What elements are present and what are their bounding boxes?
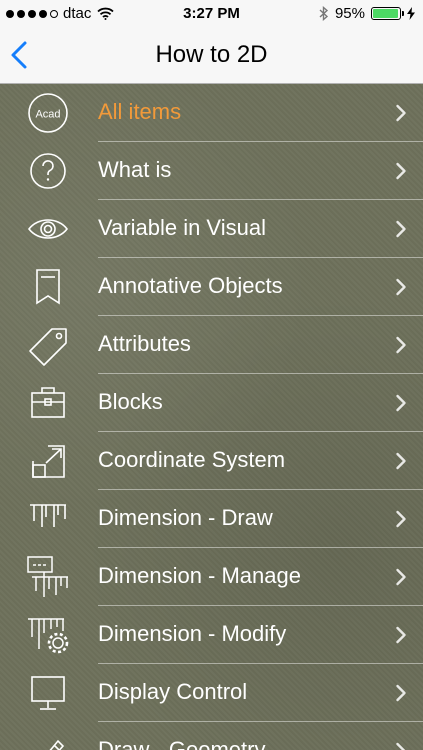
monitor-icon [24, 671, 72, 715]
list-item[interactable]: Dimension - Modify [0, 606, 423, 664]
chevron-right-icon [395, 162, 407, 180]
briefcase-icon [24, 381, 72, 425]
battery-level [373, 9, 398, 18]
list-item[interactable]: Acad All items [0, 84, 423, 142]
list-item-label: Draw - Geometry [98, 737, 266, 750]
acad-logo-text: Acad [35, 109, 60, 121]
question-icon [24, 149, 72, 193]
list-item-label: Display Control [98, 679, 248, 704]
list-item[interactable]: Attributes [0, 316, 423, 374]
chevron-right-icon [395, 220, 407, 238]
list-item[interactable]: Variable in Visual [0, 200, 423, 258]
tag-icon [24, 323, 72, 367]
list-item-label: All items [98, 99, 182, 124]
chevron-right-icon [395, 104, 407, 122]
page-title: How to 2D [155, 41, 268, 68]
battery-icon [371, 7, 404, 20]
list-item-label: Variable in Visual [98, 215, 266, 240]
list-item[interactable]: Draw - Geometry [0, 722, 423, 750]
chevron-right-icon [395, 568, 407, 586]
list-item[interactable]: Dimension - Draw [0, 490, 423, 548]
dimension-manage-icon [24, 555, 72, 599]
chevron-right-icon [395, 394, 407, 412]
chevron-right-icon [395, 510, 407, 528]
chevron-right-icon [395, 452, 407, 470]
list-item-label: Dimension - Draw [98, 505, 273, 530]
category-list[interactable]: Acad All items What is Variable in Visua… [0, 84, 423, 750]
list-item-label: Dimension - Modify [98, 621, 287, 646]
pencil-icon [24, 729, 72, 750]
dimension-modify-icon [24, 613, 72, 657]
list-item-label: Dimension - Manage [98, 563, 301, 588]
list-item[interactable]: Dimension - Manage [0, 548, 423, 606]
list-item-label: Attributes [98, 331, 191, 356]
charging-bolt-icon [407, 7, 415, 20]
eye-icon [24, 207, 72, 251]
dimension-draw-icon [24, 497, 72, 541]
status-bar: dtac 3:27 PM 95% [0, 0, 423, 28]
expand-arrow-icon [24, 439, 72, 483]
chevron-right-icon [395, 742, 407, 750]
list-item-label: Annotative Objects [98, 273, 283, 298]
status-right: 95% [319, 5, 415, 22]
chevron-right-icon [395, 684, 407, 702]
list-item-label: Coordinate System [98, 447, 286, 472]
list-item[interactable]: Coordinate System [0, 432, 423, 490]
list-item-label: What is [98, 157, 172, 182]
bookmark-icon [24, 265, 72, 309]
list-item[interactable]: Display Control [0, 664, 423, 722]
bluetooth-icon [319, 6, 329, 21]
navigation-bar: How to 2D [0, 28, 423, 84]
acad-logo-icon: Acad [24, 91, 72, 135]
list-item[interactable]: Annotative Objects [0, 258, 423, 316]
battery-percent: 95% [334, 5, 365, 22]
list-item-label: Blocks [98, 389, 163, 414]
list-item[interactable]: Blocks [0, 374, 423, 432]
chevron-right-icon [395, 626, 407, 644]
chevron-right-icon [395, 336, 407, 354]
chevron-right-icon [395, 278, 407, 296]
list-item[interactable]: What is [0, 142, 423, 200]
